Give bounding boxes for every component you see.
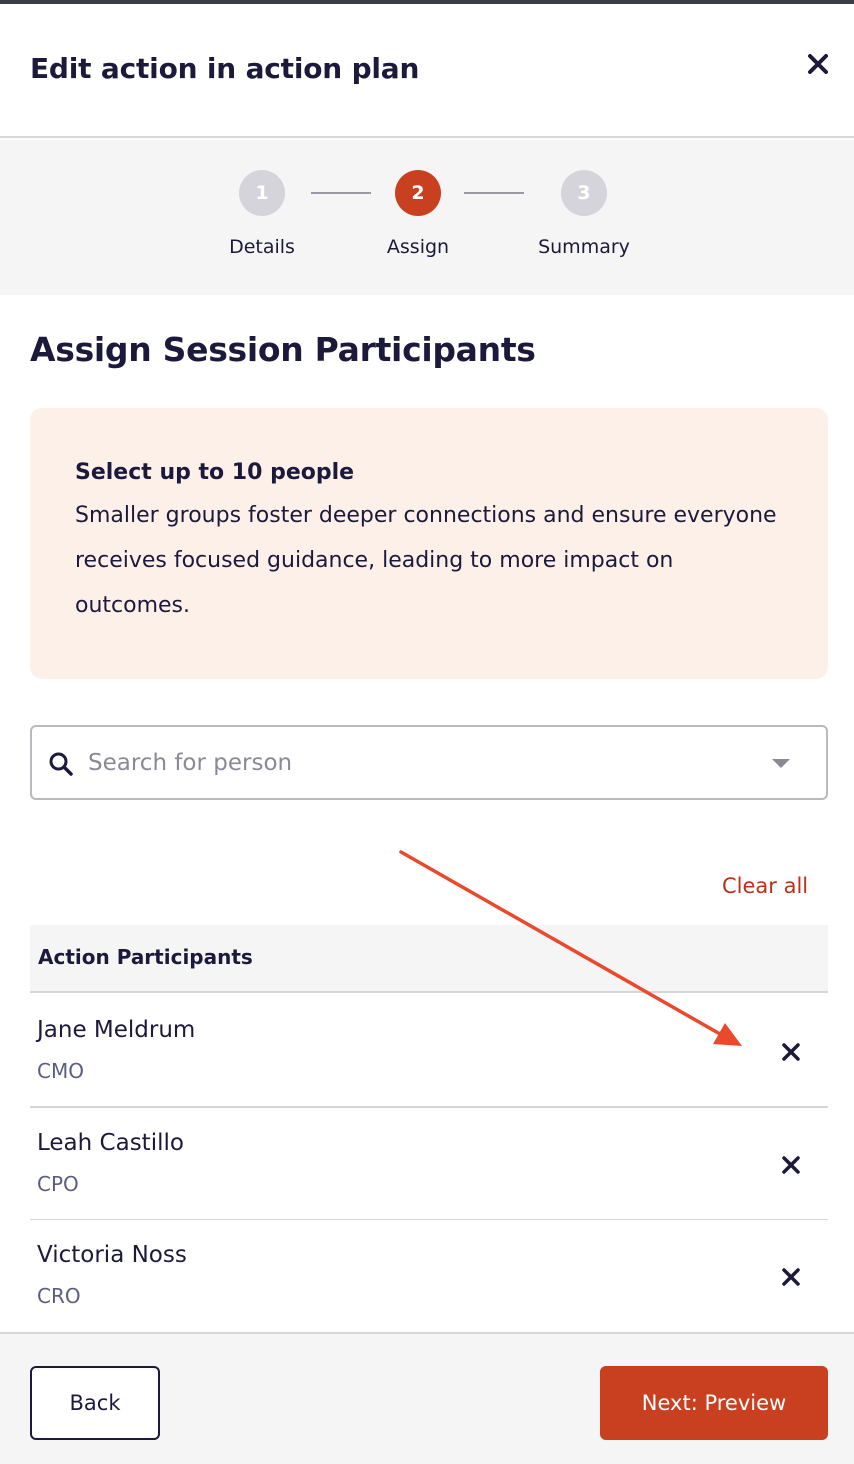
remove-participant-button[interactable] <box>776 1037 806 1067</box>
next-preview-button[interactable]: Next: Preview <box>600 1366 828 1440</box>
participant-role: CRO <box>37 1284 81 1308</box>
dialog-title: Edit action in action plan <box>30 52 420 85</box>
search-icon <box>49 752 73 776</box>
step-number: 2 <box>395 170 441 216</box>
remove-participant-button[interactable] <box>776 1150 806 1180</box>
close-icon <box>782 1268 800 1286</box>
step-assign[interactable]: 2 Assign <box>348 170 488 258</box>
info-body: Smaller groups foster deeper connections… <box>75 503 777 618</box>
dialog-footer: Back Next: Preview <box>0 1332 854 1464</box>
back-button[interactable]: Back <box>30 1366 160 1440</box>
search-input[interactable] <box>88 741 768 785</box>
step-label: Details <box>229 236 295 258</box>
info-heading: Select up to 10 people <box>75 460 355 485</box>
remove-participant-button[interactable] <box>776 1262 806 1292</box>
dialog-header: Edit action in action plan <box>0 4 854 138</box>
participant-name: Victoria Noss <box>37 1242 187 1268</box>
close-icon <box>782 1043 800 1061</box>
progress-stepper: 1 Details 2 Assign 3 Summary <box>0 140 854 295</box>
participant-row: Victoria Noss CRO <box>30 1220 828 1333</box>
participants-table-header: Action Participants <box>30 925 828 993</box>
participants-header-label: Action Participants <box>38 945 253 969</box>
info-box: Select up to 10 people Smaller groups fo… <box>30 408 828 679</box>
chevron-down-icon[interactable] <box>772 759 790 768</box>
step-details[interactable]: 1 Details <box>192 170 332 258</box>
step-label: Assign <box>386 236 450 258</box>
person-search-combobox[interactable] <box>30 725 828 800</box>
step-number: 3 <box>561 170 607 216</box>
participant-row: Jane Meldrum CMO <box>30 995 828 1108</box>
clear-all-link[interactable]: Clear all <box>722 874 808 898</box>
step-number: 1 <box>239 170 285 216</box>
participant-role: CPO <box>37 1172 79 1196</box>
participant-role: CMO <box>37 1059 84 1083</box>
close-button[interactable] <box>800 46 836 82</box>
step-summary[interactable]: 3 Summary <box>514 170 654 258</box>
close-icon <box>808 54 828 74</box>
participant-row: Leah Castillo CPO <box>30 1108 828 1221</box>
close-icon <box>782 1156 800 1174</box>
participant-name: Jane Meldrum <box>37 1017 196 1043</box>
section-title: Assign Session Participants <box>30 330 536 369</box>
step-label: Summary <box>538 236 630 258</box>
participant-name: Leah Castillo <box>37 1130 184 1156</box>
